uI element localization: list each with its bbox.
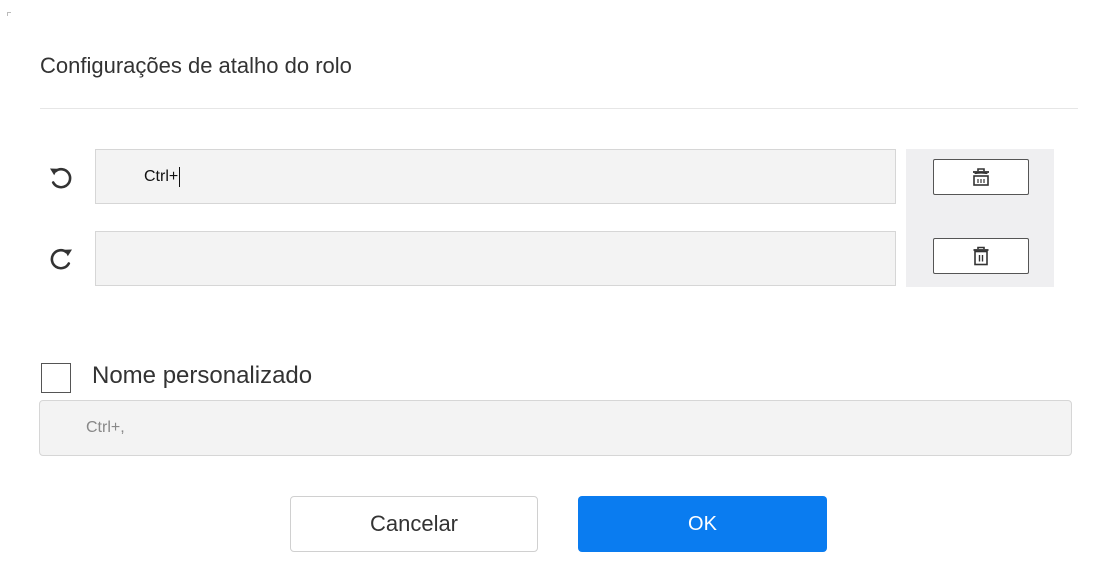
custom-name-value: Ctrl+, <box>86 419 125 436</box>
custom-name-label[interactable]: Nome personalizado <box>92 362 312 390</box>
rotate-counterclockwise-icon <box>46 162 76 192</box>
scroll-down-shortcut-input[interactable] <box>95 231 896 286</box>
scroll-up-shortcut-value: Ctrl+ <box>144 167 179 185</box>
text-cursor <box>179 166 181 187</box>
rotate-clockwise-icon <box>46 243 76 273</box>
window-corner-mark <box>7 12 11 16</box>
scroll-up-shortcut-input[interactable]: Ctrl+ <box>95 149 896 204</box>
cancel-button[interactable]: Cancelar <box>290 496 538 552</box>
custom-name-checkbox[interactable] <box>41 363 71 393</box>
trash-icon <box>973 168 989 186</box>
title-divider <box>40 108 1078 109</box>
delete-scroll-up-shortcut-button[interactable] <box>933 159 1029 195</box>
trash-icon <box>973 246 989 266</box>
ok-button[interactable]: OK <box>578 496 827 552</box>
custom-name-input[interactable]: Ctrl+, <box>39 400 1072 456</box>
dialog-title: Configurações de atalho do rolo <box>40 53 352 78</box>
delete-scroll-down-shortcut-button[interactable] <box>933 238 1029 274</box>
